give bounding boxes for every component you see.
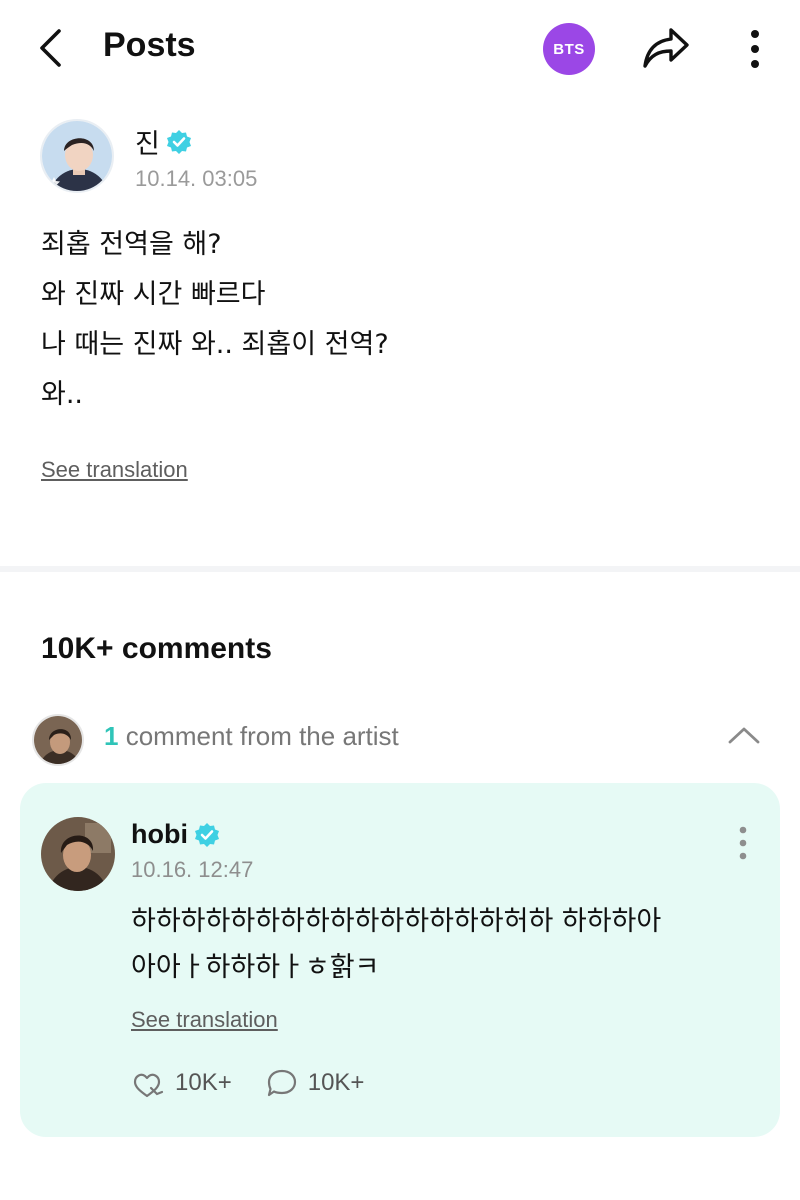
comments-count-heading: 10K+ comments	[41, 632, 272, 665]
more-vertical-icon	[739, 826, 747, 860]
post-timestamp: 10.14. 03:05	[135, 166, 258, 191]
artist-comment-summary: 1 comment from the artist	[104, 721, 399, 752]
next-content-peek	[0, 1180, 800, 1200]
comment-bubble-icon	[267, 1069, 296, 1097]
post-body: 죄홉 전역을 해? 와 진짜 시간 빠르다 나 때는 진짜 와.. 죄홉이 전역…	[41, 220, 761, 420]
app-header: Posts BTS	[0, 0, 800, 96]
post-author-name[interactable]: 진	[135, 122, 160, 161]
comment-more-button[interactable]	[728, 823, 758, 863]
section-divider	[0, 566, 800, 572]
reply-count: 10K+	[307, 1069, 365, 1096]
comment-author-name[interactable]: hobi	[131, 819, 188, 850]
avatar-image	[42, 121, 112, 191]
more-options-button[interactable]	[735, 24, 775, 74]
post-text-line: 와..	[41, 379, 84, 410]
like-button[interactable]: 10K+	[131, 1068, 232, 1098]
post-author-row: 진	[135, 122, 192, 161]
chevron-up-icon	[724, 720, 764, 750]
chevron-left-icon	[40, 29, 61, 67]
artist-comment-count: 1	[104, 721, 119, 751]
artist-avatar	[32, 714, 84, 766]
comment-author-avatar[interactable]	[41, 817, 115, 891]
comment-body: 하하하하하하하하하하하하하하하허하 하하하아 아아ㅏ하하하ㅏㅎ핡ㅋ	[131, 899, 751, 991]
like-count: 10K+	[175, 1069, 232, 1096]
comment-timestamp: 10.16. 12:47	[131, 857, 254, 882]
comment-actions: 10K+ 10K+	[131, 1068, 398, 1098]
post-text-line: 죄홉 전역을 해?	[41, 229, 222, 260]
like-icon	[133, 1073, 164, 1098]
verified-icon	[194, 822, 219, 847]
share-button[interactable]	[638, 22, 694, 74]
comment-see-translation-link[interactable]: See translation	[131, 1007, 278, 1033]
comment-text-line: 아아ㅏ하하하ㅏㅎ핡ㅋ	[131, 952, 380, 983]
comment-author-row: hobi	[131, 819, 220, 850]
back-button[interactable]	[28, 24, 72, 72]
artist-comment-label: comment from the artist	[125, 721, 399, 751]
reply-button[interactable]: 10K+	[266, 1068, 365, 1098]
verified-icon	[166, 129, 191, 154]
post-author-avatar[interactable]	[40, 119, 114, 193]
artist-comments-toggle[interactable]: 1 comment from the artist	[32, 712, 772, 766]
post-text-line: 나 때는 진짜 와.. 죄홉이 전역?	[41, 329, 389, 360]
comment-text-line: 하하하하하하하하하하하하하하하허하 하하하아	[131, 906, 662, 937]
more-vertical-icon	[751, 30, 759, 68]
see-translation-link[interactable]: See translation	[41, 457, 188, 483]
artist-comment-card: hobi 10.16. 12:47 하하하하하하하하하하하하하하하허하 하하하아…	[20, 783, 780, 1137]
avatar-image	[41, 817, 115, 891]
post-text-line: 와 진짜 시간 빠르다	[41, 279, 266, 310]
share-icon	[643, 28, 689, 68]
avatar-image	[34, 716, 82, 764]
page-title: Posts	[103, 26, 196, 64]
community-badge[interactable]: BTS	[543, 23, 595, 75]
